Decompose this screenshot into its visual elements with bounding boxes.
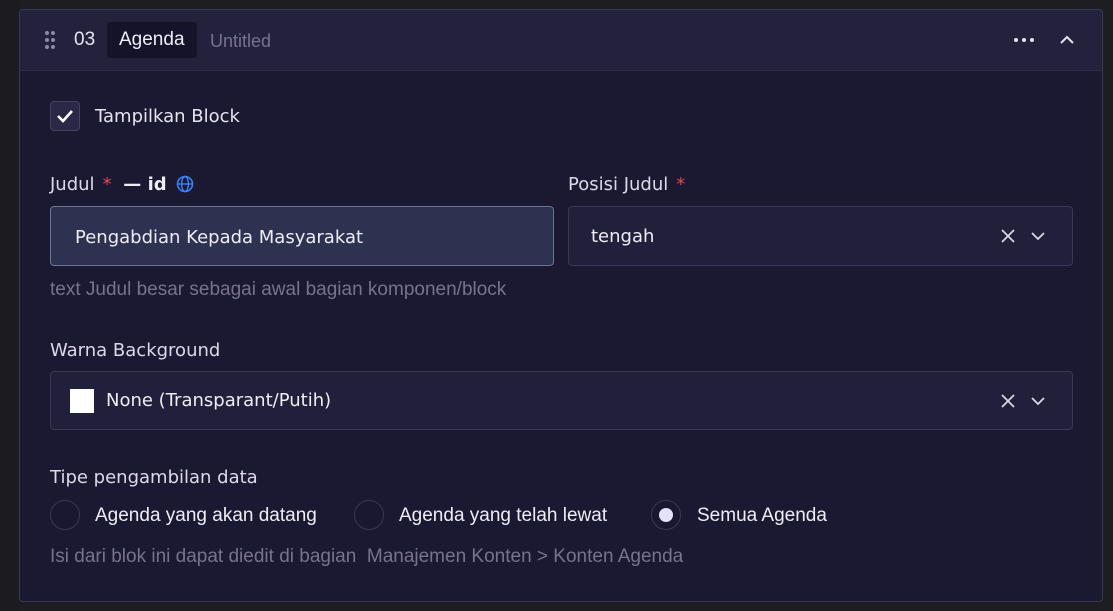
- block-number: 03: [74, 29, 96, 50]
- background-color-label: Warna Background: [50, 340, 221, 361]
- block-type-badge: Agenda: [107, 22, 197, 58]
- block-header[interactable]: 03 Agenda Untitled: [20, 10, 1102, 71]
- drag-handle-icon[interactable]: [45, 31, 55, 49]
- title-position-dropdown-toggle[interactable]: [1027, 225, 1049, 247]
- more-horizontal-icon: [1014, 38, 1018, 42]
- clear-title-position-button[interactable]: [997, 225, 1019, 247]
- radio-all-agenda[interactable]: [651, 500, 681, 530]
- radio-all-label[interactable]: Semua Agenda: [697, 505, 827, 527]
- title-position-label: Posisi Judul *: [568, 174, 685, 195]
- block-panel: 03 Agenda Untitled Tampilkan Block Judul…: [19, 9, 1103, 602]
- chevron-down-icon: [1031, 232, 1045, 241]
- title-position-select[interactable]: tengah: [568, 206, 1073, 266]
- clear-background-button[interactable]: [997, 390, 1019, 412]
- title-label-text: Judul: [50, 174, 95, 195]
- required-mark: *: [676, 174, 686, 195]
- background-color-select[interactable]: None (Transparant/Putih): [50, 371, 1073, 430]
- show-block-label[interactable]: Tampilkan Block: [95, 106, 240, 127]
- radio-past-label[interactable]: Agenda yang telah lewat: [399, 505, 607, 527]
- chevron-up-icon: [1060, 35, 1074, 44]
- data-type-helper-text: Isi dari blok ini dapat diedit di bagian…: [50, 546, 684, 567]
- radio-upcoming-label[interactable]: Agenda yang akan datang: [95, 505, 317, 527]
- block-name: Untitled: [210, 31, 272, 51]
- data-type-label: Tipe pengambilan data: [50, 467, 258, 488]
- background-dropdown-toggle[interactable]: [1027, 390, 1049, 412]
- language-tag: — id: [123, 174, 167, 195]
- title-input[interactable]: Pengabdian Kepada Masyarakat: [50, 206, 554, 266]
- required-mark: *: [102, 174, 112, 195]
- close-icon: [1001, 394, 1015, 408]
- globe-icon[interactable]: [176, 175, 194, 193]
- title-field-label: Judul * — id: [50, 174, 194, 195]
- background-color-value: None (Transparant/Putih): [106, 390, 332, 411]
- color-swatch: [70, 389, 94, 413]
- close-icon: [1001, 229, 1015, 243]
- title-position-value: tengah: [591, 226, 655, 247]
- title-position-label-text: Posisi Judul: [568, 174, 669, 195]
- check-icon: [57, 110, 73, 123]
- outer-background: [0, 0, 20, 611]
- collapse-button[interactable]: [1056, 30, 1078, 50]
- title-helper-text: text Judul besar sebagai awal bagian kom…: [50, 279, 507, 300]
- chevron-down-icon: [1031, 397, 1045, 406]
- title-input-value: Pengabdian Kepada Masyarakat: [75, 227, 364, 248]
- radio-past-agenda[interactable]: [354, 500, 384, 530]
- show-block-checkbox[interactable]: [50, 101, 80, 131]
- more-options-button[interactable]: [1013, 30, 1035, 50]
- radio-upcoming-agenda[interactable]: [50, 500, 80, 530]
